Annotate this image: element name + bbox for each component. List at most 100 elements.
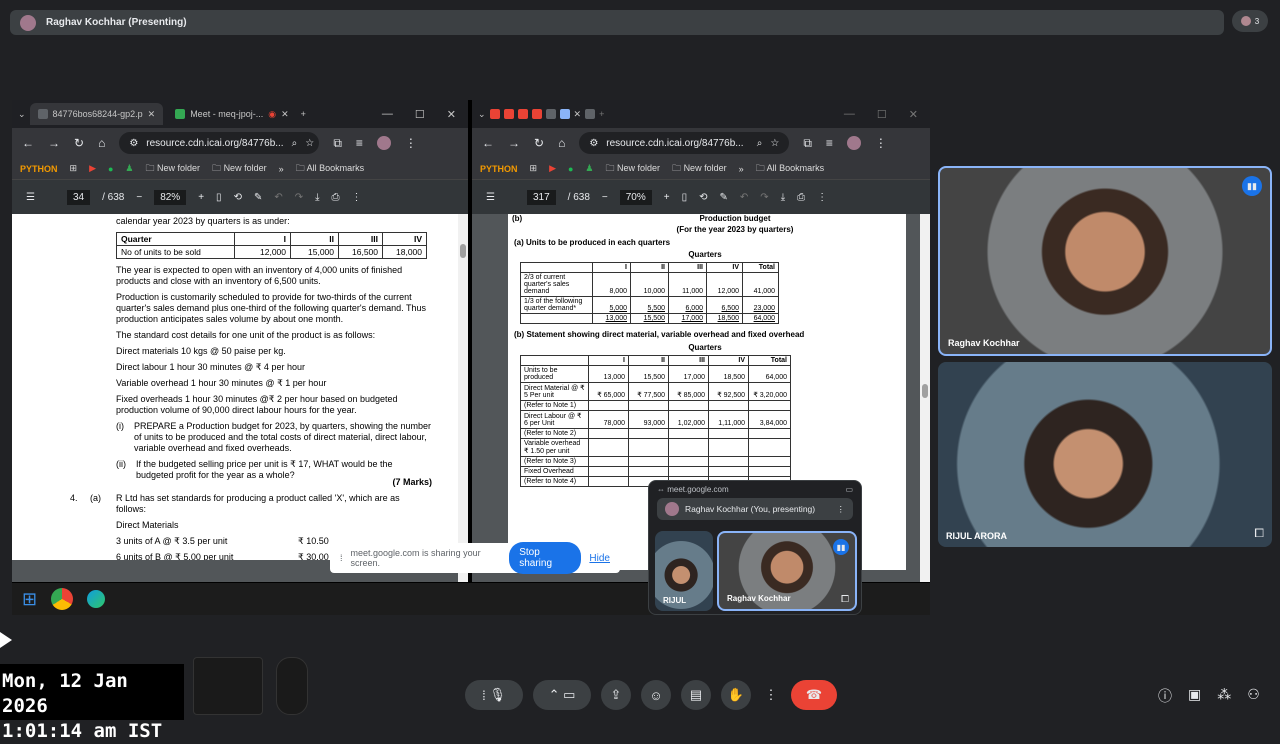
edge-icon[interactable]: [87, 590, 106, 608]
close-tab-icon[interactable]: ✕: [574, 109, 582, 120]
bookmark-python[interactable]: PYTHON: [480, 164, 518, 174]
present-button[interactable]: ⇪: [601, 680, 631, 710]
close-window-icon[interactable]: ✕: [909, 108, 918, 121]
forward-icon[interactable]: →: [48, 136, 60, 150]
tab-meet[interactable]: Meet - meq-jpoj-... ◉ ✕: [167, 103, 296, 125]
tab-search-icon[interactable]: ⌄: [478, 109, 486, 120]
redo-icon[interactable]: ↷: [295, 192, 303, 203]
stop-sharing-button[interactable]: Stop sharing: [509, 542, 582, 574]
scrollbar-thumb[interactable]: [922, 384, 928, 398]
close-window-icon[interactable]: ✕: [447, 108, 456, 121]
annotate-icon[interactable]: ✎: [720, 192, 728, 203]
site-info-icon[interactable]: ⚙: [589, 138, 598, 149]
rotate-icon[interactable]: ⟲: [234, 192, 242, 203]
print-icon[interactable]: ⎙: [797, 192, 805, 203]
participants-button[interactable]: 3: [1232, 10, 1268, 32]
all-bookmarks[interactable]: 🗀 All Bookmarks: [756, 161, 825, 177]
tab-active-icon[interactable]: [559, 109, 570, 119]
undo-icon[interactable]: ↶: [740, 192, 748, 203]
tab-youtube-icon[interactable]: [503, 109, 514, 119]
extensions-icon[interactable]: ⧉: [333, 136, 342, 151]
bookmark-folder-1[interactable]: 🗀 New folder: [146, 161, 201, 177]
menu-icon[interactable]: ⋮: [875, 136, 887, 150]
minimize-icon[interactable]: —: [844, 108, 855, 121]
tab-search-icon[interactable]: ⌄: [18, 109, 26, 120]
new-tab-icon[interactable]: +: [599, 109, 604, 119]
close-tab-icon[interactable]: ✕: [281, 109, 289, 120]
apps-icon[interactable]: ⊞: [530, 163, 538, 174]
download-icon[interactable]: ⤓: [781, 192, 785, 203]
chat-icon[interactable]: ▣: [1188, 686, 1201, 706]
pdf-menu-icon[interactable]: ⋮: [352, 192, 362, 203]
rotate-icon[interactable]: ⟲: [699, 192, 707, 203]
crop-icon[interactable]: ⧠: [1254, 526, 1264, 541]
bookmark-python[interactable]: PYTHON: [20, 164, 58, 174]
menu-icon[interactable]: ⋮: [405, 136, 417, 150]
more-bookmarks-icon[interactable]: »: [279, 164, 284, 174]
search-icon[interactable]: ⌕: [292, 138, 298, 149]
raise-hand-button[interactable]: ✋: [721, 680, 751, 710]
zoom-in-icon[interactable]: +: [664, 192, 670, 203]
bookmark-star-icon[interactable]: ☆: [770, 138, 779, 149]
maximize-icon[interactable]: ☐: [415, 108, 425, 121]
more-options-button[interactable]: ⋮: [761, 680, 781, 710]
drag-handle-icon[interactable]: ⁞: [340, 553, 343, 563]
pip-tile-raghav[interactable]: Raghav Kochhar ▮▮ ⧠: [717, 531, 857, 611]
tab-youtube-icon[interactable]: [517, 109, 528, 119]
bookmark-folder-2[interactable]: 🗀 New folder: [212, 161, 267, 177]
person-icon[interactable]: ♟: [125, 163, 133, 174]
close-tab-icon[interactable]: ✕: [148, 109, 156, 120]
media-icon[interactable]: ≡: [826, 136, 833, 150]
home-icon[interactable]: ⌂: [558, 136, 565, 150]
print-icon[interactable]: ⎙: [332, 192, 340, 203]
tab-pdf[interactable]: 84776bos68244-gp2.p ✕: [29, 103, 164, 125]
media-icon[interactable]: ≡: [356, 136, 363, 150]
windows-start-icon[interactable]: ⊞: [22, 589, 37, 610]
url-field[interactable]: ⚙ resource.cdn.icai.org/84776b... ⌕ ☆: [579, 132, 790, 154]
sidebar-menu-icon[interactable]: ☰: [26, 192, 35, 203]
zoom-input[interactable]: 70%: [619, 189, 652, 205]
profile-avatar[interactable]: [846, 136, 861, 150]
undo-icon[interactable]: ↶: [274, 192, 282, 203]
reload-icon[interactable]: ↻: [534, 136, 544, 150]
redo-icon[interactable]: ↷: [760, 192, 768, 203]
sidebar-menu-icon[interactable]: ☰: [486, 192, 495, 203]
zoom-input[interactable]: 82%: [154, 189, 187, 205]
scrollbar[interactable]: [458, 214, 468, 582]
all-bookmarks[interactable]: 🗀 All Bookmarks: [296, 161, 365, 177]
forward-icon[interactable]: →: [508, 136, 520, 150]
info-icon[interactable]: ⓘ: [1158, 686, 1172, 706]
spotify-icon[interactable]: ●: [568, 164, 573, 174]
download-icon[interactable]: ⤓: [315, 192, 319, 203]
url-field[interactable]: ⚙ resource.cdn.icai.org/84776b... ⌕ ☆: [119, 132, 320, 154]
chrome-icon[interactable]: [51, 588, 74, 610]
leave-call-button[interactable]: ☎: [791, 680, 837, 710]
extensions-icon[interactable]: ⧉: [803, 136, 812, 151]
tab-youtube-icon[interactable]: [531, 109, 542, 119]
pip-expand-icon[interactable]: ▭: [845, 485, 853, 494]
hide-button[interactable]: Hide: [589, 553, 610, 564]
bookmark-folder-1[interactable]: 🗀 New folder: [606, 161, 661, 177]
site-info-icon[interactable]: ⚙: [129, 138, 138, 149]
pip-crop-icon[interactable]: ⧠: [841, 594, 849, 605]
camera-button[interactable]: ⌃ ▭: [533, 680, 591, 710]
profile-avatar[interactable]: [376, 136, 391, 150]
youtube-icon[interactable]: ▶: [89, 163, 96, 174]
emoji-button[interactable]: ☺: [641, 680, 671, 710]
zoom-out-icon[interactable]: −: [602, 192, 608, 203]
bookmark-folder-2[interactable]: 🗀 New folder: [672, 161, 727, 177]
maximize-icon[interactable]: ☐: [877, 108, 887, 121]
video-tile-rijul[interactable]: RIJUL ARORA ⧠: [938, 362, 1272, 547]
apps-icon[interactable]: ⊞: [70, 163, 78, 174]
youtube-icon[interactable]: ▶: [549, 163, 556, 174]
captions-button[interactable]: ▤: [681, 680, 711, 710]
pip-more-icon[interactable]: ⋮: [837, 504, 846, 515]
pip-tile-rijul[interactable]: RIJUL: [655, 531, 713, 611]
activities-icon[interactable]: ⁂: [1217, 686, 1231, 706]
zoom-in-icon[interactable]: +: [198, 192, 204, 203]
fit-page-icon[interactable]: ▯: [216, 192, 222, 203]
fit-page-icon[interactable]: ▯: [682, 192, 688, 203]
spotify-icon[interactable]: ●: [108, 164, 113, 174]
scrollbar-thumb[interactable]: [460, 244, 466, 258]
reload-icon[interactable]: ↻: [74, 136, 84, 150]
